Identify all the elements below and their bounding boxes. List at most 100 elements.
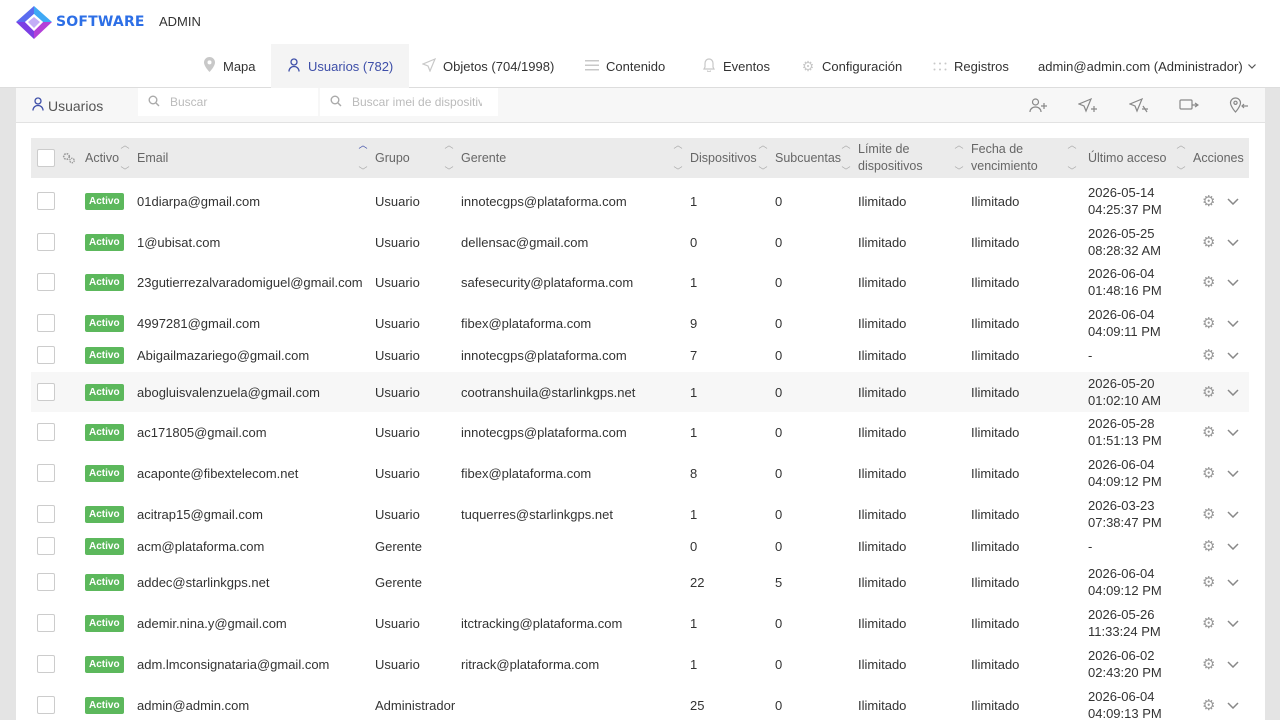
nav-item-eventos[interactable]: Eventos <box>702 44 770 88</box>
header-dispositivos[interactable]: Dispositivos <box>690 138 757 178</box>
add-object-button[interactable] <box>1075 92 1101 118</box>
select-all-checkbox[interactable] <box>37 138 55 178</box>
cell-dispositivos: 1 <box>690 384 698 400</box>
row-checkbox[interactable] <box>37 603 55 643</box>
sort-icon[interactable]: ︿ ﹀ <box>358 140 368 176</box>
panel-toolbar: Usuarios <box>16 88 1265 123</box>
row-settings-button[interactable]: ⚙ <box>1202 262 1215 302</box>
message-button[interactable] <box>1176 92 1202 118</box>
table-row[interactable]: Activo addec@starlinkgps.net Gerente 22 5 Ili… <box>31 562 1249 602</box>
table-row[interactable]: Activo acm@plataforma.com Gerente 0 0 Ilimita… <box>31 530 1249 562</box>
row-checkbox[interactable] <box>37 262 55 302</box>
header-activo[interactable]: Activo <box>85 138 119 178</box>
row-settings-button[interactable]: ⚙ <box>1202 339 1215 371</box>
cell-email: addec@starlinkgps.net <box>137 574 270 590</box>
row-expand-button[interactable] <box>1227 222 1239 262</box>
header-vencimiento[interactable]: Fecha de vencimiento <box>971 138 1038 178</box>
row-checkbox[interactable] <box>37 685 55 720</box>
row-settings-button[interactable]: ⚙ <box>1202 412 1215 452</box>
row-settings-button[interactable]: ⚙ <box>1202 181 1215 221</box>
table-row[interactable]: Activo admin@admin.com Administrador 25 0 Ili… <box>31 685 1249 720</box>
sort-icon[interactable]: ︿ ﹀ <box>673 140 683 176</box>
location-button[interactable] <box>1226 92 1252 118</box>
table-row[interactable]: Activo abogluisvalenzuela@gmail.com Usuari… <box>31 372 1249 412</box>
row-settings-button[interactable]: ⚙ <box>1202 644 1215 684</box>
row-checkbox[interactable] <box>37 372 55 412</box>
imei-search-input[interactable] <box>352 95 482 109</box>
row-expand-button[interactable] <box>1227 530 1239 562</box>
user-menu[interactable]: admin@admin.com (Administrador) <box>1038 44 1256 88</box>
row-checkbox[interactable] <box>37 339 55 371</box>
row-expand-button[interactable] <box>1227 644 1239 684</box>
nav-item-contenido[interactable]: Contenido <box>585 44 665 88</box>
cell-grupo: Usuario <box>375 656 420 672</box>
row-settings-button[interactable]: ⚙ <box>1202 494 1215 534</box>
nav-item-objetos[interactable]: Objetos (704/1998) <box>421 44 554 88</box>
row-checkbox[interactable] <box>37 644 55 684</box>
row-settings-button[interactable]: ⚙ <box>1202 603 1215 643</box>
row-expand-button[interactable] <box>1227 603 1239 643</box>
column-settings-icon[interactable] <box>62 138 76 178</box>
sort-icon[interactable]: ︿ ﹀ <box>954 140 964 176</box>
row-checkbox[interactable] <box>37 562 55 602</box>
header-email[interactable]: Email <box>137 138 168 178</box>
chevron-down-icon <box>1227 275 1239 289</box>
table-row[interactable]: Activo acitrap15@gmail.com Usuario tuquerre… <box>31 494 1249 534</box>
table-row[interactable]: Activo ac171805@gmail.com Usuario innotecgp… <box>31 412 1249 452</box>
remove-object-button[interactable] <box>1126 92 1152 118</box>
sort-icon[interactable]: ︿ ﹀ <box>758 140 768 176</box>
nav-item-configuracion[interactable]: ⚙ Configuración <box>801 44 903 88</box>
header-subcuentas[interactable]: Subcuentas <box>775 138 841 178</box>
nav-item-registros[interactable]: Registros <box>933 44 1009 88</box>
table-row[interactable]: Activo acaponte@fibextelecom.net Usuario fi… <box>31 453 1249 493</box>
row-expand-button[interactable] <box>1227 262 1239 302</box>
header-limite[interactable]: Límite de dispositivos <box>858 138 923 178</box>
table-row[interactable]: Activo 1@ubisat.com Usuario dellensac@gmail… <box>31 222 1249 262</box>
header-gerente[interactable]: Gerente <box>461 138 506 178</box>
row-expand-button[interactable] <box>1227 453 1239 493</box>
table-row[interactable]: Activo ademir.nina.y@gmail.com Usuario itct… <box>31 603 1249 643</box>
table-row[interactable]: Activo adm.lmconsignataria@gmail.com Usuar… <box>31 644 1249 684</box>
row-settings-button[interactable]: ⚙ <box>1202 685 1215 720</box>
row-expand-button[interactable] <box>1227 339 1239 371</box>
row-settings-button[interactable]: ⚙ <box>1202 222 1215 262</box>
row-checkbox[interactable] <box>37 494 55 534</box>
sort-icon[interactable]: ︿ ﹀ <box>120 140 130 176</box>
cell-grupo: Usuario <box>375 347 420 363</box>
sort-icon[interactable]: ︿ ﹀ <box>444 140 454 176</box>
row-settings-button[interactable]: ⚙ <box>1202 303 1215 343</box>
row-checkbox[interactable] <box>37 181 55 221</box>
table-row[interactable]: Activo 01diarpa@gmail.com Usuario innotecgp… <box>31 181 1249 221</box>
nav-item-usuarios[interactable]: Usuarios (782) <box>271 44 410 88</box>
row-settings-button[interactable]: ⚙ <box>1202 562 1215 602</box>
sort-icon[interactable]: ︿ ﹀ <box>841 140 851 176</box>
row-expand-button[interactable] <box>1227 412 1239 452</box>
row-settings-button[interactable]: ⚙ <box>1202 453 1215 493</box>
sort-icon[interactable]: ︿ ﹀ <box>1176 140 1186 176</box>
cell-vencimiento: Ilimitado <box>971 315 1020 331</box>
row-expand-button[interactable] <box>1227 562 1239 602</box>
row-checkbox[interactable] <box>37 453 55 493</box>
logo[interactable]: SOFTWARE <box>16 5 145 39</box>
row-expand-button[interactable] <box>1227 494 1239 534</box>
header-ultimo-acceso[interactable]: Último acceso <box>1088 138 1167 178</box>
row-checkbox[interactable] <box>37 222 55 262</box>
cell-vencimiento: Ilimitado <box>971 347 1020 363</box>
nav-item-mapa[interactable]: Mapa <box>202 44 256 88</box>
header-grupo[interactable]: Grupo <box>375 138 410 178</box>
row-settings-button[interactable]: ⚙ <box>1202 530 1215 562</box>
table-row[interactable]: Activo 23gutierrezalvaradomiguel@gmail.co… <box>31 262 1249 302</box>
row-expand-button[interactable] <box>1227 303 1239 343</box>
row-checkbox[interactable] <box>37 303 55 343</box>
add-user-button[interactable] <box>1025 92 1051 118</box>
row-expand-button[interactable] <box>1227 372 1239 412</box>
row-expand-button[interactable] <box>1227 685 1239 720</box>
table-row[interactable]: Activo Abigailmazariego@gmail.com Usuario i… <box>31 339 1249 371</box>
row-checkbox[interactable] <box>37 530 55 562</box>
row-settings-button[interactable]: ⚙ <box>1202 372 1215 412</box>
search-input[interactable] <box>170 95 300 109</box>
sort-icon[interactable]: ︿ ﹀ <box>1067 140 1077 176</box>
row-checkbox[interactable] <box>37 412 55 452</box>
row-expand-button[interactable] <box>1227 181 1239 221</box>
table-row[interactable]: Activo 4997281@gmail.com Usuario fibex@plat… <box>31 303 1249 343</box>
